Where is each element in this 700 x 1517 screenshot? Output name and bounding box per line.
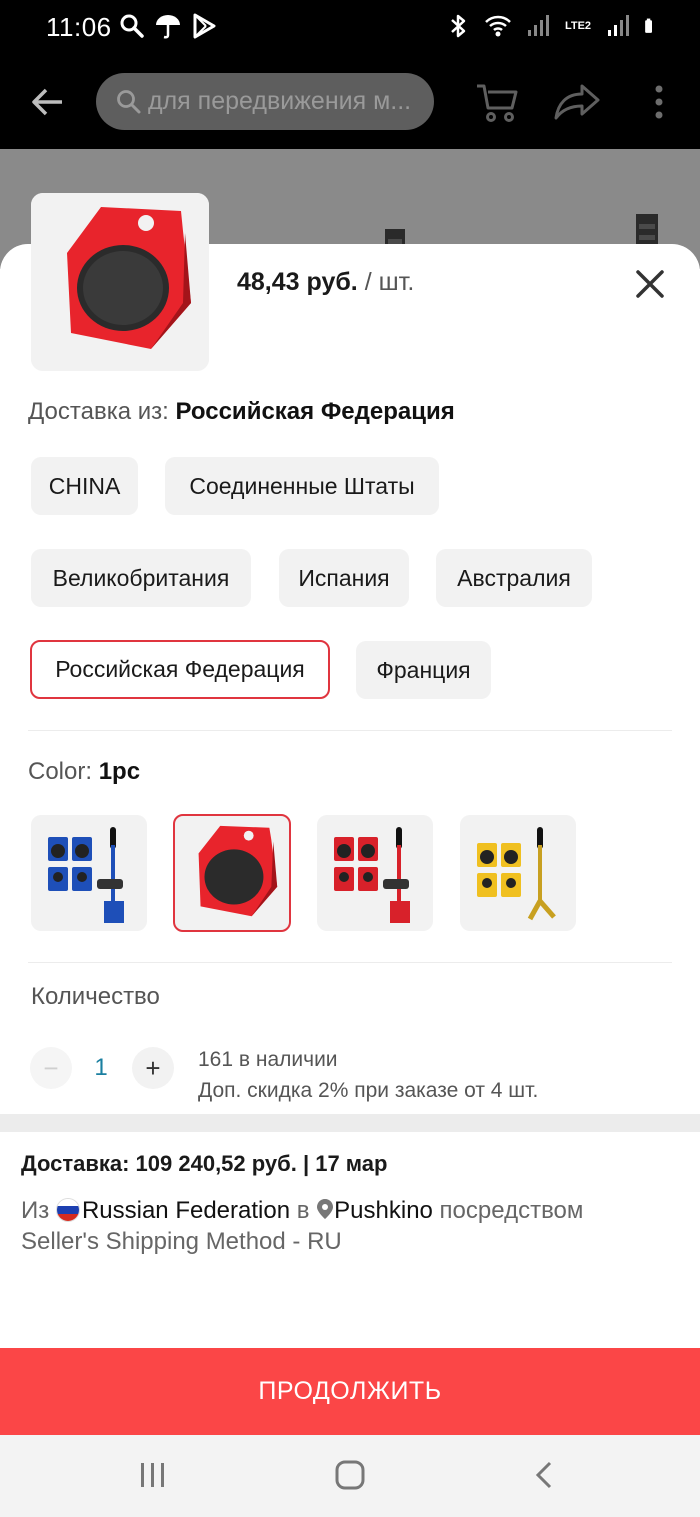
country-chip[interactable]: Австралия <box>436 549 592 607</box>
blue-set-image <box>48 827 124 923</box>
selected-product-thumbnail <box>31 193 209 371</box>
home-icon[interactable] <box>334 1459 366 1491</box>
color-option-red-set[interactable] <box>317 815 433 931</box>
divider <box>28 730 672 731</box>
product-image <box>31 193 209 371</box>
battery-icon <box>645 18 652 33</box>
country-chip[interactable]: CHINA <box>31 457 138 515</box>
nav-back-icon[interactable] <box>532 1459 558 1491</box>
quantity-label: Количество <box>31 983 160 1010</box>
ship-from: Доставка из: Российская Федерация <box>28 398 455 426</box>
color-option-yellow-set[interactable] <box>460 815 576 931</box>
play-store-icon <box>193 13 216 39</box>
signal-icon <box>528 15 549 36</box>
delivery-from-country: Russian Federation <box>81 1197 291 1224</box>
continue-button[interactable]: ПРОДОЛЖИТЬ <box>0 1348 700 1435</box>
section-separator <box>0 1114 700 1132</box>
search-status-icon <box>120 14 144 38</box>
cart-icon[interactable] <box>474 80 520 126</box>
price-unit: / шт. <box>357 268 415 296</box>
color-value: 1pc <box>98 758 141 785</box>
bluetooth-icon <box>451 14 466 38</box>
wifi-icon <box>485 15 511 37</box>
country-chip[interactable]: Великобритания <box>31 549 251 607</box>
close-icon[interactable] <box>632 266 668 302</box>
price: 48,43 руб. <box>237 268 358 296</box>
country-chip[interactable]: Соединенные Штаты <box>165 457 439 515</box>
color-label: Color: 1pc <box>28 758 140 786</box>
red-set-image <box>334 827 410 923</box>
status-bar: 11:06 LTE2 <box>0 0 700 56</box>
umbrella-icon <box>156 15 180 39</box>
bulk-discount: Доп. скидка 2% при заказе от 4 шт. <box>198 1079 539 1102</box>
system-nav-bar <box>0 1435 700 1517</box>
location-pin-icon <box>317 1199 334 1219</box>
1pc-image <box>198 825 278 917</box>
country-chip-selected[interactable]: Российская Федерация <box>30 640 330 699</box>
signal-icon-2 <box>608 15 629 36</box>
search-query: для передвижения м... <box>148 87 412 115</box>
country-chip[interactable]: Испания <box>279 549 409 607</box>
search-input[interactable]: для передвижения м... <box>96 73 434 130</box>
search-icon <box>117 89 141 113</box>
app-bar: для передвижения м... <box>0 56 700 149</box>
delivery-title: Доставка: 109 240,52 руб. | 17 мар <box>21 1151 388 1176</box>
share-icon[interactable] <box>554 82 600 122</box>
delivery-from-prefix: Из <box>21 1197 50 1224</box>
color-option-blue-set[interactable] <box>31 815 147 931</box>
back-arrow-icon[interactable] <box>28 82 68 122</box>
quantity-decrease-button[interactable]: − <box>30 1047 72 1089</box>
network-type: LTE2 <box>564 19 592 32</box>
quantity-increase-button[interactable]: + <box>132 1047 174 1089</box>
price-row: 48,43 руб. / шт. <box>237 268 414 297</box>
delivery-route: Из Russian Federation в Pushkino посредс… <box>21 1195 661 1257</box>
more-options-icon[interactable] <box>646 84 672 120</box>
russia-flag-icon <box>55 1198 80 1222</box>
stock-info: 161 в наличии Доп. скидка 2% при заказе … <box>198 1044 538 1106</box>
color-option-1pc[interactable] <box>173 814 291 932</box>
color-label-text: Color: <box>28 758 93 785</box>
stock-count: 161 в наличии <box>198 1048 338 1071</box>
ship-from-label: Доставка из: <box>28 398 169 425</box>
status-time: 11:06 <box>46 12 112 42</box>
delivery-to-city: Pushkino <box>334 1197 433 1224</box>
recent-apps-icon[interactable] <box>138 1459 168 1491</box>
ship-from-value: Российская Федерация <box>175 398 455 425</box>
country-chip[interactable]: Франция <box>356 641 491 699</box>
quantity-value[interactable]: 1 <box>90 1054 112 1082</box>
delivery-to-prefix: в <box>290 1197 317 1224</box>
yellow-set-image <box>477 827 556 921</box>
divider <box>28 962 672 963</box>
